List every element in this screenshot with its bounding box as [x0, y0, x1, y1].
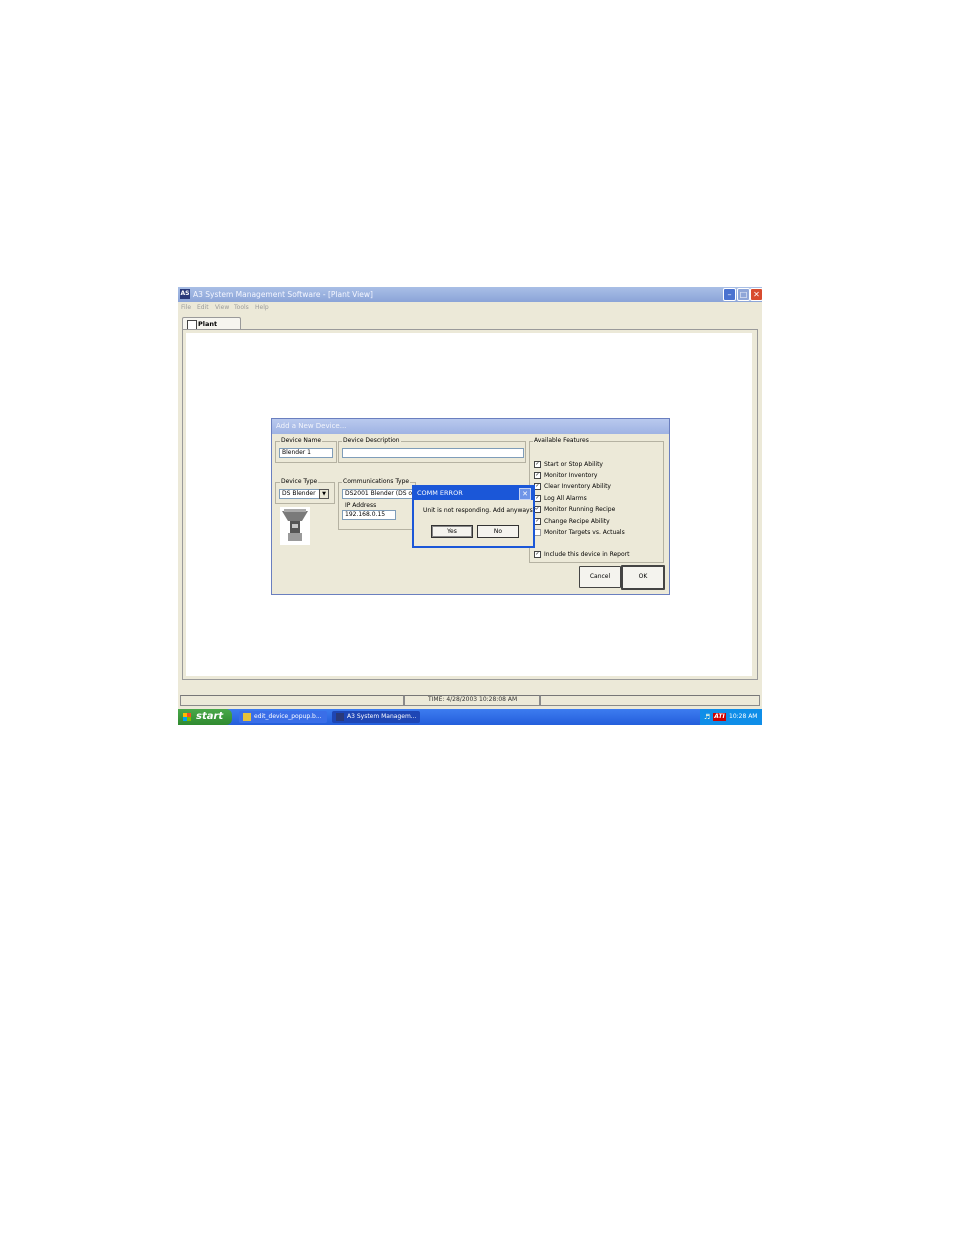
blender-image [280, 507, 310, 545]
menu-tools[interactable]: Tools [234, 302, 249, 313]
start-label: start [196, 711, 224, 722]
comm-type-select[interactable]: DS2001 Blender (DS or D [342, 489, 416, 499]
taskbar-item-a3-app[interactable]: A3 System Managem... [332, 711, 420, 723]
window-title: A3 System Management Software - [Plant V… [193, 290, 373, 299]
taskbar-item-word-doc[interactable]: edit_device_popup.b... [239, 711, 327, 723]
feature-clear-inventory[interactable]: ✓ Clear Inventory Ability [534, 482, 611, 492]
status-bar: TIME: 4/28/2003 10:28:08 AM [180, 695, 760, 706]
system-tray: ♬ ATI 10:28 AM [700, 709, 762, 725]
include-in-report[interactable]: ✓ Include this device in Report [534, 550, 630, 560]
error-title-bar[interactable]: COMM ERROR ✕ [414, 487, 533, 500]
feature-monitor-inventory[interactable]: ✓ Monitor Inventory [534, 471, 597, 481]
feature-log-alarms[interactable]: ✓ Log All Alarms [534, 494, 587, 504]
menu-bar: File Edit View Tools Help [178, 302, 762, 313]
feature-change-recipe[interactable]: ✓ Change Recipe Ability [534, 517, 610, 527]
feature-label: Monitor Targets vs. Actuals [544, 529, 625, 536]
minimize-button[interactable]: – [723, 288, 736, 301]
menu-file[interactable]: File [181, 302, 191, 313]
status-cell [180, 695, 404, 706]
feature-monitor-targets[interactable]: Monitor Targets vs. Actuals [534, 528, 625, 538]
taskbar: start edit_device_popup.b... A3 System M… [178, 709, 762, 725]
menu-view[interactable]: View [215, 302, 229, 313]
checkbox[interactable] [534, 529, 541, 536]
feature-label: Start or Stop Ability [544, 461, 603, 468]
app-icon [336, 713, 344, 721]
close-button[interactable]: ✕ [750, 288, 763, 301]
feature-label: Monitor Inventory [544, 472, 598, 479]
app-icon: AS [180, 289, 190, 299]
checkbox[interactable]: ✓ [534, 495, 541, 502]
ip-address-label: IP Address [344, 502, 378, 509]
feature-label: Clear Inventory Ability [544, 483, 611, 490]
feature-label: Change Recipe Ability [544, 518, 610, 525]
dialog-title-bar[interactable]: Add a New Device... [272, 419, 669, 434]
checkbox[interactable]: ✓ [534, 483, 541, 490]
device-name-label: Device Name [280, 437, 323, 444]
close-icon[interactable]: ✕ [519, 488, 531, 500]
no-button[interactable]: No [477, 525, 519, 538]
error-message: Unit is not responding. Add anyways? [423, 507, 536, 514]
windows-logo-icon [183, 713, 191, 721]
available-features-label: Available Features [533, 437, 590, 444]
feature-label: Monitor Running Recipe [544, 506, 616, 513]
start-button[interactable]: start [178, 709, 232, 725]
taskbar-item-label: edit_device_popup.b... [254, 713, 322, 720]
maximize-button[interactable]: □ [737, 288, 750, 301]
ip-address-input[interactable]: 192.168.0.15 [342, 510, 396, 520]
include-in-report-label: Include this device in Report [544, 551, 630, 558]
clock: 10:28 AM [729, 713, 758, 720]
status-time: TIME: 4/28/2003 10:28:08 AM [428, 696, 518, 703]
yes-button[interactable]: Yes [431, 525, 473, 538]
device-type-label: Device Type [280, 478, 319, 485]
cancel-button[interactable]: Cancel [579, 566, 621, 588]
comm-error-dialog: COMM ERROR ✕ Unit is not responding. Add… [412, 485, 536, 548]
device-name-input[interactable]: Blender 1 [279, 448, 333, 458]
menu-help[interactable]: Help [255, 302, 269, 313]
feature-start-stop[interactable]: ✓ Start or Stop Ability [534, 460, 603, 470]
checkbox[interactable]: ✓ [534, 472, 541, 479]
comm-type-label: Communications Type [342, 478, 411, 485]
volume-icon[interactable]: ♬ [704, 713, 710, 721]
ok-button[interactable]: OK [621, 565, 665, 590]
error-title: COMM ERROR [417, 489, 463, 497]
status-cell [540, 695, 760, 706]
checkbox[interactable]: ✓ [534, 518, 541, 525]
word-doc-icon [243, 713, 251, 721]
available-features-group: ✓ Start or Stop Ability ✓ Monitor Inventor… [529, 441, 664, 563]
taskbar-item-label: A3 System Managem... [347, 713, 417, 720]
chevron-down-icon[interactable]: ▼ [319, 489, 329, 499]
device-description-label: Device Description [342, 437, 401, 444]
feature-label: Log All Alarms [544, 495, 587, 502]
ati-icon[interactable]: ATI [713, 713, 726, 721]
checkbox[interactable]: ✓ [534, 461, 541, 468]
menu-edit[interactable]: Edit [197, 302, 209, 313]
dialog-title: Add a New Device... [276, 422, 347, 430]
feature-monitor-recipe[interactable]: ✓ Monitor Running Recipe [534, 505, 615, 515]
device-description-input[interactable] [342, 448, 524, 458]
title-bar[interactable]: AS A3 System Management Software - [Plan… [178, 287, 763, 302]
checkbox[interactable]: ✓ [534, 551, 541, 558]
